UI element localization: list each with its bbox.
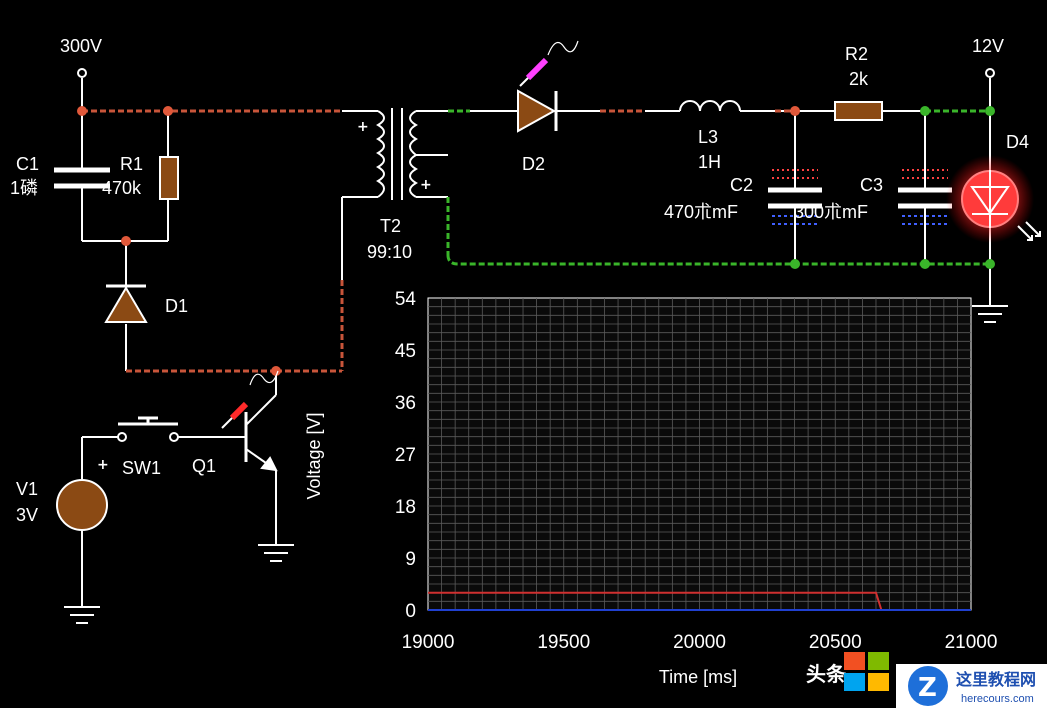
- terminal-300v[interactable]: 300V: [60, 36, 102, 78]
- label-300v: 300V: [60, 36, 102, 56]
- sw1-name-label: SW1: [122, 458, 161, 478]
- diode-d2[interactable]: D2: [517, 89, 558, 174]
- d1-name-label: D1: [165, 296, 188, 316]
- t2-secondary-polarity: +: [420, 177, 432, 193]
- t2-ratio-label: 99:10: [367, 242, 412, 262]
- v1-polarity: +: [97, 457, 109, 473]
- x-tick-label: 20500: [809, 632, 862, 653]
- circuit-canvas[interactable]: 300V 12V C1 1磷 R1 470k D1 + + T2 99:10 D…: [0, 0, 1047, 708]
- l3-name-label: L3: [698, 127, 718, 147]
- y-tick-label: 0: [405, 601, 416, 622]
- windows-logo-icon: [844, 652, 889, 691]
- x-tick-label: 19500: [537, 632, 590, 653]
- transformer-t2[interactable]: [376, 108, 418, 200]
- ground-icon: [64, 606, 100, 624]
- ground-icon: [972, 305, 1008, 323]
- y-axis-label: Voltage [V]: [304, 412, 324, 499]
- t2-primary-polarity: +: [357, 119, 369, 135]
- x-tick-label: 21000: [945, 632, 998, 653]
- y-tick-labels: 0 9 18 27 36 45 54: [395, 289, 417, 622]
- y-tick-label: 45: [395, 341, 416, 362]
- y-tick-label: 18: [395, 497, 416, 518]
- r2-value-label: 2k: [849, 69, 869, 89]
- c1-value-label: 1磷: [10, 178, 38, 198]
- v1-name-label: V1: [16, 479, 38, 499]
- y-tick-label: 36: [395, 393, 416, 414]
- scope-plot[interactable]: 0 9 18 27 36 45 54 19000 19500 20000 20500 21000 V…: [304, 289, 997, 687]
- d2-name-label: D2: [522, 154, 545, 174]
- resistor-r2[interactable]: R2 2k: [834, 44, 883, 121]
- v1-value-label: 3V: [16, 505, 38, 525]
- r2-name-label: R2: [845, 44, 868, 64]
- t2-secondary-coil-bottom: [409, 154, 418, 198]
- ground-icon: [258, 544, 294, 562]
- y-tick-label: 27: [395, 445, 416, 466]
- r1-name-label: R1: [120, 154, 143, 174]
- resistor-r1[interactable]: R1 470k: [102, 154, 179, 200]
- diode-d1[interactable]: D1: [104, 284, 188, 323]
- led-d4[interactable]: D4: [946, 132, 1041, 243]
- q1-name-label: Q1: [192, 456, 216, 476]
- c1-name-label: C1: [16, 154, 39, 174]
- y-tick-label: 9: [405, 549, 416, 570]
- svg-text:Z: Z: [918, 673, 937, 703]
- c2-value-label: 470朮mF: [664, 202, 738, 222]
- voltage-source-v1[interactable]: + V1 3V: [16, 457, 109, 531]
- plot-grid: [428, 298, 971, 610]
- c3-name-label: C3: [860, 175, 883, 195]
- capacitor-c1[interactable]: C1 1磷: [10, 154, 110, 198]
- probe-d2-icon[interactable]: [519, 40, 579, 87]
- inductor-l3[interactable]: L3 1H: [679, 100, 741, 172]
- d4-name-label: D4: [1006, 132, 1029, 152]
- label-12v: 12V: [972, 36, 1004, 56]
- r1-value-label: 470k: [102, 178, 142, 198]
- t2-name-label: T2: [380, 216, 401, 236]
- c3-value-label: 300朮mF: [794, 202, 868, 222]
- c2-name-label: C2: [730, 175, 753, 195]
- probe-q1-icon[interactable]: [221, 370, 279, 429]
- site-title: 这里教程网: [956, 670, 1036, 689]
- t2-primary-coil: [376, 110, 385, 198]
- watermark: 头条 Z 这里教程网 herecours.com: [806, 652, 1047, 708]
- l3-value-label: 1H: [698, 152, 721, 172]
- t2-secondary-coil-top: [409, 110, 418, 156]
- watermark-text: 头条: [806, 662, 847, 686]
- x-tick-label: 20000: [673, 632, 726, 653]
- x-axis-label: Time [ms]: [659, 667, 737, 687]
- site-url: herecours.com: [961, 693, 1034, 705]
- site-logo-icon: Z: [908, 666, 948, 706]
- switch-sw1[interactable]: SW1: [117, 416, 179, 478]
- x-tick-labels: 19000 19500 20000 20500 21000: [402, 632, 998, 653]
- terminal-12v[interactable]: 12V: [972, 36, 1004, 78]
- x-tick-label: 19000: [402, 632, 455, 653]
- y-tick-label: 54: [395, 289, 417, 310]
